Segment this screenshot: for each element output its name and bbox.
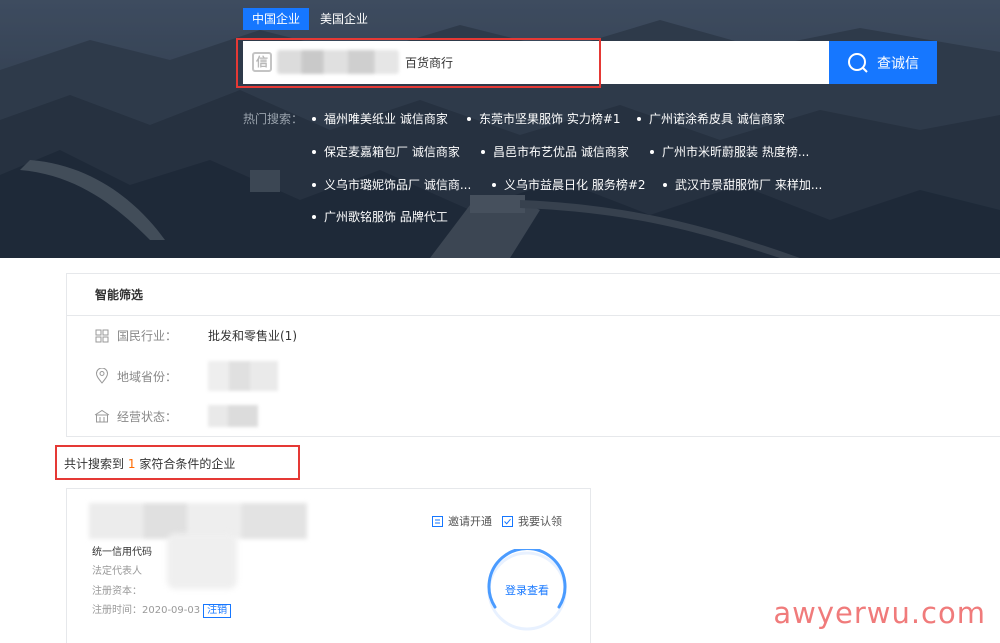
tab-us-companies[interactable]: 美国企业 bbox=[311, 8, 377, 30]
hot-search-item[interactable]: 广州诺涂希皮具 诚信商家 bbox=[637, 110, 785, 127]
search-button-label: 查诚信 bbox=[877, 55, 919, 72]
invite-icon bbox=[432, 515, 443, 527]
legal-rep-label: 法定代表人 bbox=[92, 566, 142, 577]
hot-search-item[interactable]: 义乌市璐妮饰品厂 诚信商... bbox=[312, 176, 471, 193]
filter-title: 智能筛选 bbox=[67, 274, 1000, 316]
blurred-query-text bbox=[277, 50, 399, 74]
hot-search-item[interactable]: 广州歌铭服饰 品牌代工 bbox=[312, 208, 448, 225]
invite-button[interactable]: 邀请开通 bbox=[432, 513, 492, 529]
company-logo-icon: 信 bbox=[252, 52, 272, 72]
hot-search-item[interactable]: 东莞市坚果服饰 实力榜#1 bbox=[467, 110, 621, 127]
blurred-status-value bbox=[208, 405, 258, 427]
tab-china-companies[interactable]: 中国企业 bbox=[243, 8, 310, 30]
status-badge: 注销 bbox=[203, 604, 232, 618]
hot-search-item[interactable]: 保定麦嘉箱包厂 诚信商家 bbox=[312, 143, 460, 160]
hot-search-item[interactable]: 武汉市景甜服饰厂 来样加... bbox=[663, 176, 822, 193]
registration-date: 注册时间：2020-09-03 注销 bbox=[92, 601, 232, 618]
grid-icon bbox=[94, 328, 110, 344]
filter-row-industry[interactable]: 国民行业： 批发和零售业(1) bbox=[94, 327, 297, 344]
hot-search-item[interactable]: 广州市米昕蔚服装 热度榜... bbox=[650, 143, 809, 160]
company-result-card[interactable]: 统一信用代码 法定代表人 注册资本： 注册时间：2020-09-03 注销 邀请开… bbox=[66, 488, 591, 643]
login-view-button[interactable]: 登录查看 bbox=[485, 547, 569, 633]
hot-search-item[interactable]: 福州唯美纸业 诚信商家 bbox=[312, 110, 448, 127]
filter-label: 国民行业： bbox=[117, 329, 178, 343]
claim-button[interactable]: 我要认领 bbox=[502, 513, 562, 529]
filter-row-province[interactable]: 地域省份： bbox=[94, 361, 278, 391]
blurred-province-value bbox=[208, 361, 278, 391]
filter-row-status[interactable]: 经营状态： bbox=[94, 405, 258, 427]
building-icon bbox=[94, 408, 110, 424]
smart-filter-panel: 智能筛选 国民行业： 批发和零售业(1) 地域省份： 经营状态： bbox=[66, 273, 1000, 437]
result-count: 1 bbox=[127, 457, 136, 471]
result-count-summary: 共计搜索到 1 家符合条件的企业 bbox=[64, 457, 236, 471]
filter-label: 地域省份： bbox=[117, 369, 178, 384]
hot-search-item[interactable]: 义乌市益晨日化 服务榜#2 bbox=[492, 176, 646, 193]
search-button[interactable]: 查诚信 bbox=[829, 41, 937, 84]
checkbox-icon bbox=[502, 515, 513, 527]
card-actions: 邀请开通 我要认领 bbox=[432, 513, 562, 529]
filter-label: 经营状态： bbox=[117, 409, 178, 424]
search-query-text: 百货商行 bbox=[405, 56, 454, 70]
hot-search-label: 热门搜索： bbox=[243, 112, 304, 126]
region-tabs: 中国企业 美国企业 bbox=[243, 8, 377, 30]
login-view-label: 登录查看 bbox=[505, 584, 549, 597]
watermark-text: awyerwu.com bbox=[773, 596, 986, 630]
registered-capital-label: 注册资本： bbox=[92, 586, 142, 597]
hero-banner: 中国企业 美国企业 信 百货商行 查诚信 热门搜索： 福州唯美纸业 诚信商家 东… bbox=[0, 0, 1000, 258]
location-pin-icon bbox=[94, 368, 110, 384]
search-input[interactable]: 信 百货商行 bbox=[243, 41, 829, 84]
credit-code-label: 统一信用代码 bbox=[92, 547, 152, 558]
blurred-company-info bbox=[167, 533, 237, 589]
search-icon bbox=[848, 52, 868, 73]
hot-search-item[interactable]: 昌邑市布艺优品 诚信商家 bbox=[481, 143, 629, 160]
filter-value[interactable]: 批发和零售业(1) bbox=[208, 327, 297, 344]
hero-overlay bbox=[0, 0, 1000, 258]
